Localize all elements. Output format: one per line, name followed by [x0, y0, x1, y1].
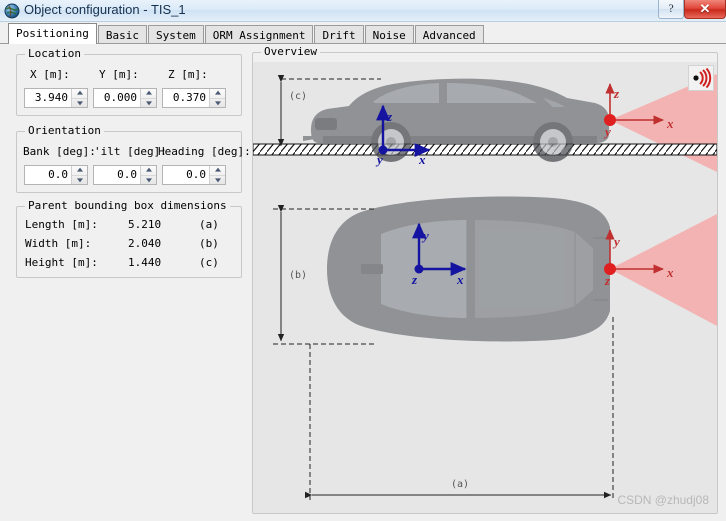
height-dimension-label: (c) [289, 91, 307, 102]
orientation-heading-value: 0.0 [163, 166, 209, 184]
orientation-heading-stepper[interactable] [209, 166, 225, 184]
vehicle-axis-z-label-top: z [411, 272, 418, 287]
overview-canvas[interactable]: (c) z x y z x y (b) (a) y x z y x z CSDN… [253, 62, 717, 513]
stepper-up-icon[interactable] [141, 89, 156, 98]
help-button[interactable]: ? [658, 0, 684, 19]
orientation-tilt-label: 'ilt [deg]: [94, 145, 167, 158]
sensor-axis-x-label-side: x [666, 116, 674, 131]
orientation-heading-input[interactable]: 0.0 [162, 165, 226, 185]
sensor-axis-y-label-top: y [612, 234, 620, 249]
sensor-axis-z-label-top: z [604, 273, 611, 288]
orientation-bank-stepper[interactable] [71, 166, 87, 184]
location-y-label: Y [m]: [99, 68, 139, 81]
tab-drift[interactable]: Drift [314, 25, 364, 44]
stepper-down-icon[interactable] [210, 97, 225, 108]
length-dimension-label: (a) [451, 479, 469, 490]
orientation-heading-label: Heading [deg]: [158, 145, 251, 158]
bbox-width-label: Width [m]: [25, 237, 92, 250]
vehicle-axis-z-label-side: z [386, 109, 393, 124]
vehicle-axis-y-label-side: y [375, 152, 383, 167]
tab-advanced[interactable]: Advanced [414, 25, 484, 44]
stepper-down-icon[interactable] [72, 97, 87, 108]
globe-icon [4, 3, 20, 19]
stepper-down-icon[interactable] [141, 97, 156, 108]
location-x-input[interactable]: 3.940 [24, 88, 88, 108]
tab-basic[interactable]: Basic [97, 25, 147, 44]
orientation-tilt-stepper[interactable] [140, 166, 156, 184]
bbox-length-label: Length [m]: [25, 218, 98, 231]
bbox-height-label: Height [m]: [25, 256, 98, 269]
location-z-label: Z [m]: [168, 68, 208, 81]
stepper-up-icon[interactable] [72, 89, 87, 98]
location-y-input[interactable]: 0.000 [93, 88, 157, 108]
sensor-wave-icon[interactable] [688, 65, 714, 91]
tab-orm-assignment[interactable]: ORM Assignment [204, 25, 314, 44]
bbox-width-tag: (b) [199, 237, 219, 250]
overview-group-title: Overview [261, 45, 320, 58]
stepper-up-icon[interactable] [210, 89, 225, 98]
location-group-title: Location [25, 47, 84, 60]
window-title: Object configuration - TIS_1 [24, 2, 186, 17]
orientation-group-title: Orientation [25, 124, 104, 137]
bounding-box-group-title: Parent bounding box dimensions [25, 199, 230, 212]
location-z-value: 0.370 [163, 89, 209, 107]
vehicle-axis-x-label-top: x [456, 272, 464, 287]
location-y-value: 0.000 [94, 89, 140, 107]
watermark-label: CSDN @zhudj08 [617, 493, 709, 507]
orientation-bank-label: Bank [deg]: [23, 145, 96, 158]
object-configuration-window: Object configuration - TIS_1 ? ✕ Positio… [0, 0, 726, 521]
stepper-up-icon[interactable] [72, 166, 87, 175]
bbox-length-value: 5.210 [128, 218, 162, 231]
vehicle-axis-x-label-side: x [418, 152, 426, 167]
stepper-up-icon[interactable] [210, 166, 225, 175]
sensor-axis-z-label-side: z [613, 86, 620, 101]
stepper-down-icon[interactable] [72, 174, 87, 185]
tab-noise[interactable]: Noise [364, 25, 414, 44]
location-z-stepper[interactable] [209, 89, 225, 107]
width-dimension-label: (b) [289, 270, 307, 281]
sensor-axis-y-label-side: y [603, 124, 611, 139]
bbox-height-tag: (c) [199, 256, 219, 269]
sensor-axis-x-label-top: x [666, 265, 674, 280]
orientation-tilt-value: 0.0 [94, 166, 140, 184]
ground-line-side [253, 143, 717, 156]
stepper-down-icon[interactable] [141, 174, 156, 185]
bbox-height-value: 1.440 [128, 256, 162, 269]
bbox-width-value: 2.040 [128, 237, 162, 250]
orientation-tilt-input[interactable]: 0.0 [93, 165, 157, 185]
orientation-bank-value: 0.0 [25, 166, 71, 184]
location-z-input[interactable]: 0.370 [162, 88, 226, 108]
orientation-bank-input[interactable]: 0.0 [24, 165, 88, 185]
sensor-fov-top [610, 214, 717, 326]
stepper-up-icon[interactable] [141, 166, 156, 175]
scene-diagram: (c) z x y z x y (b) (a) y x z y x z [253, 74, 717, 500]
bbox-length-tag: (a) [199, 218, 219, 231]
tab-system[interactable]: System [147, 25, 204, 44]
positioning-page: Location X [m]: Y [m]: Z [m]: 3.940 0.00… [0, 44, 726, 521]
vehicle-top-view [327, 196, 610, 342]
location-x-value: 3.940 [25, 89, 71, 107]
location-y-stepper[interactable] [140, 89, 156, 107]
tab-bar: Positioning Basic System ORM Assignment … [0, 22, 726, 44]
vehicle-axis-y-label-top: y [421, 228, 429, 243]
close-button[interactable]: ✕ [684, 0, 726, 19]
tab-positioning[interactable]: Positioning [8, 23, 97, 44]
title-bar: Object configuration - TIS_1 ? ✕ [0, 0, 726, 22]
stepper-down-icon[interactable] [210, 174, 225, 185]
location-x-label: X [m]: [30, 68, 70, 81]
location-x-stepper[interactable] [71, 89, 87, 107]
